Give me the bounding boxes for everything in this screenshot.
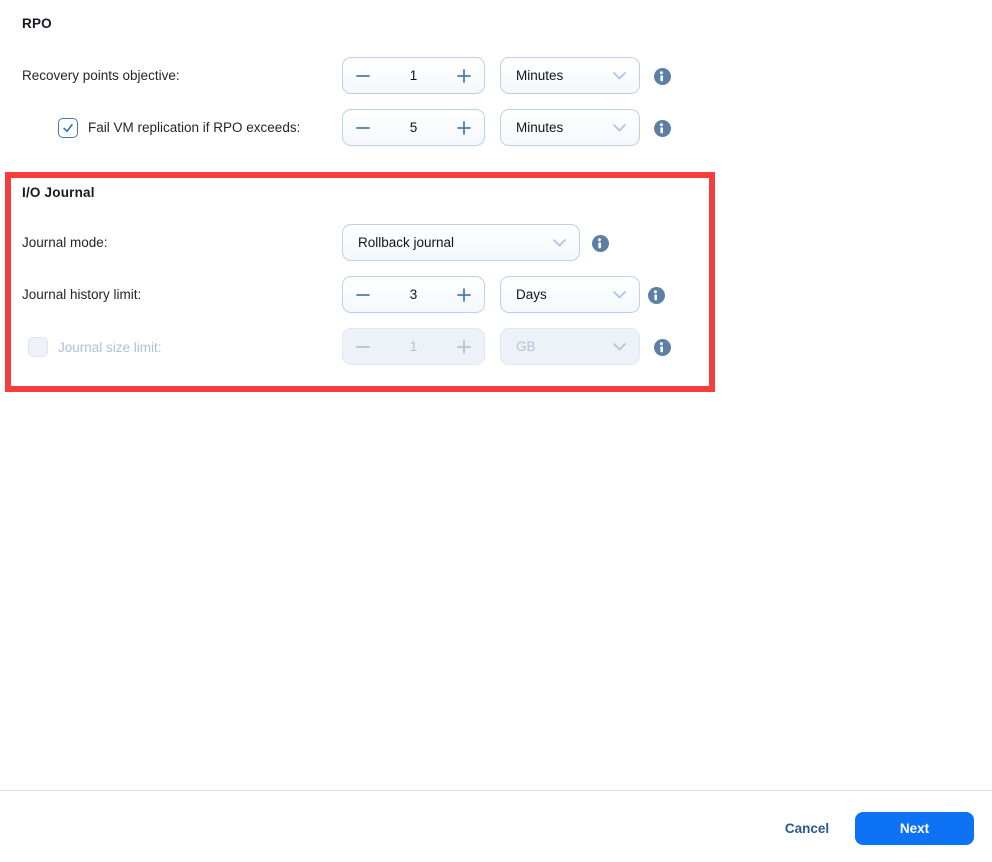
recovery-points-objective-label: Recovery points objective:: [22, 66, 180, 86]
decrement-button[interactable]: [343, 58, 383, 93]
info-icon[interactable]: [654, 339, 671, 356]
journal-size-limit-label: Journal size limit:: [58, 338, 162, 358]
journal-mode-dropdown[interactable]: Rollback journal: [342, 224, 580, 261]
journal-mode-label: Journal mode:: [22, 233, 108, 253]
chevron-down-icon: [613, 72, 626, 80]
chevron-down-icon: [613, 291, 626, 299]
plus-icon: [456, 68, 472, 84]
journal-size-checkbox: [28, 337, 48, 357]
info-icon[interactable]: [592, 235, 609, 252]
journal-history-value[interactable]: 3: [383, 287, 444, 302]
chevron-down-icon: [613, 124, 626, 132]
recovery-points-value[interactable]: 1: [383, 68, 444, 83]
vm-replication-settings-page: RPO Recovery points objective: 1 Minutes…: [0, 0, 992, 862]
minus-icon: [355, 287, 371, 303]
fail-rpo-stepper: 5: [342, 109, 485, 146]
decrement-button[interactable]: [343, 110, 383, 145]
increment-button[interactable]: [444, 58, 484, 93]
journal-size-unit-value: GB: [516, 339, 536, 354]
journal-history-unit-value: Days: [516, 287, 547, 302]
fail-rpo-label[interactable]: Fail VM replication if RPO exceeds:: [88, 118, 300, 138]
journal-mode-value: Rollback journal: [358, 235, 454, 250]
plus-icon: [456, 287, 472, 303]
rpo-section-title: RPO: [22, 16, 52, 31]
next-button[interactable]: Next: [855, 812, 974, 845]
info-icon[interactable]: [654, 120, 671, 137]
increment-button[interactable]: [444, 110, 484, 145]
info-icon[interactable]: [648, 287, 665, 304]
journal-size-unit-dropdown: GB: [500, 328, 640, 365]
checkmark-icon: [61, 121, 75, 135]
chevron-down-icon: [553, 239, 566, 247]
journal-size-stepper: 1: [342, 328, 485, 365]
minus-icon: [355, 68, 371, 84]
minus-icon: [355, 339, 371, 355]
plus-icon: [456, 120, 472, 136]
io-journal-section-title: I/O Journal: [22, 185, 95, 200]
plus-icon: [456, 339, 472, 355]
recovery-points-unit-dropdown[interactable]: Minutes: [500, 57, 640, 94]
journal-history-stepper: 3: [342, 276, 485, 313]
fail-rpo-checkbox[interactable]: [58, 118, 78, 138]
fail-rpo-value[interactable]: 5: [383, 120, 444, 135]
increment-button: [444, 329, 484, 364]
decrement-button[interactable]: [343, 277, 383, 312]
journal-size-value: 1: [383, 339, 444, 354]
journal-history-limit-label: Journal history limit:: [22, 285, 141, 305]
journal-history-unit-dropdown[interactable]: Days: [500, 276, 640, 313]
recovery-points-stepper: 1: [342, 57, 485, 94]
info-icon[interactable]: [654, 68, 671, 85]
footer-divider: [0, 790, 992, 791]
recovery-points-unit-value: Minutes: [516, 68, 563, 83]
cancel-button[interactable]: Cancel: [777, 820, 837, 838]
minus-icon: [355, 120, 371, 136]
fail-rpo-unit-dropdown[interactable]: Minutes: [500, 109, 640, 146]
increment-button[interactable]: [444, 277, 484, 312]
decrement-button: [343, 329, 383, 364]
chevron-down-icon: [613, 343, 626, 351]
fail-rpo-unit-value: Minutes: [516, 120, 563, 135]
